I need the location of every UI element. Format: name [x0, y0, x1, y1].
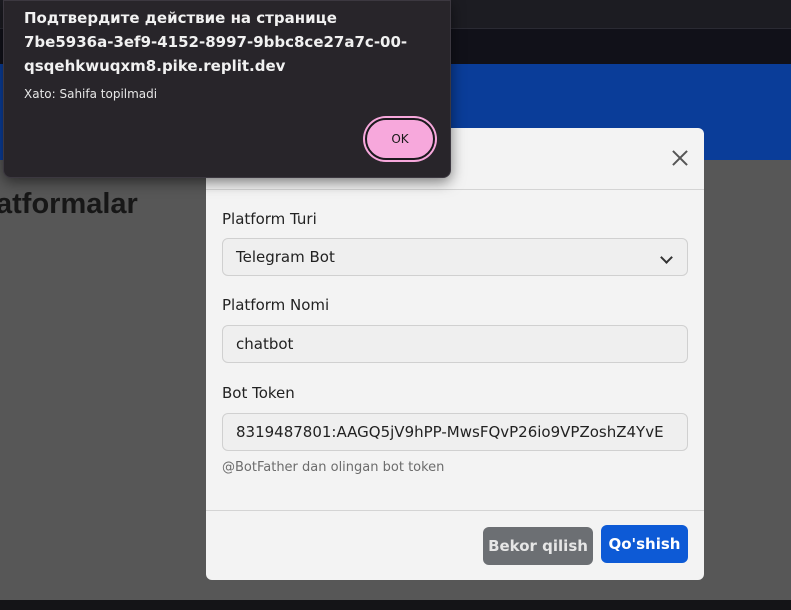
- modal-footer: Bekor qilish Qo'shish: [206, 510, 704, 580]
- ok-button[interactable]: OK: [365, 118, 435, 160]
- bot-token-label: Bot Token: [222, 384, 295, 402]
- platform-name-label: Platform Nomi: [222, 296, 330, 314]
- confirm-dialog: Подтвердите действие на странице 7be5936…: [3, 0, 451, 178]
- add-button[interactable]: Qo'shish: [601, 525, 688, 563]
- cancel-button[interactable]: Bekor qilish: [483, 527, 593, 565]
- page-title: atformalar: [0, 188, 138, 220]
- platform-type-select[interactable]: Telegram Bot: [222, 238, 688, 276]
- dialog-title: Подтвердите действие на странице 7be5936…: [24, 9, 408, 75]
- dialog-message: Xato: Sahifa topilmadi: [24, 87, 158, 101]
- bot-token-input[interactable]: 8319487801:AAGQ5jV9hPP-MwsFQvP26io9VPZos…: [222, 413, 688, 451]
- bot-token-help: @BotFather dan olingan bot token: [222, 460, 445, 475]
- platform-name-input[interactable]: chatbot: [222, 325, 688, 363]
- add-platform-modal: Platform Turi Telegram Bot Platform Nomi…: [206, 128, 704, 580]
- platform-type-label: Platform Turi: [222, 210, 317, 228]
- platform-type-value: Telegram Bot: [236, 248, 335, 266]
- window-bottom-edge: [0, 600, 791, 610]
- close-icon[interactable]: [668, 146, 692, 170]
- chevron-down-icon: [660, 251, 673, 264]
